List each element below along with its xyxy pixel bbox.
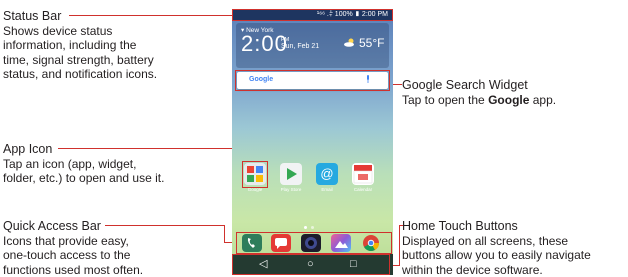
home-touch-desc-line-3: within the device software.: [402, 262, 543, 277]
google-search-highlight: [235, 70, 390, 91]
status-bar-desc-line-4: status, and notification icons.: [3, 67, 158, 81]
partly-cloudy-icon: [344, 38, 354, 47]
quick-access-highlight: [236, 232, 392, 254]
play-triangle-icon: [287, 168, 297, 180]
status-bar-callout: Status Bar Shows device status informati…: [3, 9, 157, 82]
quick-access-desc-line-3: functions used most often.: [3, 262, 144, 277]
status-bar-title: Status Bar: [3, 9, 62, 23]
home-touch-desc-line-1: Displayed on all screens, these: [402, 233, 569, 248]
clock-weather-widget[interactable]: ▾ New York 2:00 PM Sun, Feb 21 55°F: [236, 23, 389, 68]
calendar-icon[interactable]: [352, 163, 374, 185]
app-label-calendar: Calendar: [353, 187, 373, 192]
status-bar-desc-line-3: time, signal strength, battery: [3, 52, 154, 67]
quick-access-callout: Quick Access Bar Icons that provide easy…: [3, 219, 143, 277]
home-touch-title: Home Touch Buttons: [402, 219, 518, 233]
status-bar-highlight: [232, 9, 393, 21]
app-icon-leader-horizontal: [58, 148, 236, 149]
page-dot: [311, 226, 314, 229]
calendar-page-icon: [353, 165, 373, 184]
google-search-callout: Google Search Widget Tap to open the Goo…: [402, 78, 556, 107]
clock-date: Sun, Feb 21: [281, 43, 320, 50]
status-bar-desc-line-1: Shows device status: [3, 23, 113, 38]
app-icon-desc-line-1: Tap an icon (app, widget,: [3, 156, 137, 171]
play-store-icon[interactable]: [280, 163, 302, 185]
status-bar-leader-line: [69, 15, 234, 16]
google-search-title: Google Search Widget: [402, 78, 528, 92]
email-icon[interactable]: @: [316, 163, 338, 185]
app-icon-desc-line-2: folder, etc.) to open and use it.: [3, 171, 165, 185]
app-icon-title: App Icon: [3, 142, 53, 156]
quick-access-leader-horizontal: [105, 225, 225, 226]
home-touch-callout: Home Touch Buttons Displayed on all scre…: [402, 219, 591, 277]
quick-access-title: Quick Access Bar: [3, 219, 101, 233]
page-dot-active: [304, 226, 307, 229]
quick-access-desc-line-1: Icons that provide easy,: [3, 233, 129, 248]
app-icon-highlight: [242, 161, 268, 188]
home-touch-leader-vertical: [399, 225, 400, 265]
status-bar-desc-line-2: information, including the: [3, 38, 137, 52]
home-touch-desc-line-2: buttons allow you to easily navigate: [402, 248, 591, 262]
quick-access-leader-vertical: [224, 225, 225, 243]
google-search-desc: Tap to open the Google app.: [402, 92, 557, 107]
app-label-email: Email: [321, 187, 333, 192]
weather-temperature: 55°F: [359, 36, 385, 50]
quick-access-desc-line-2: one-touch access to the: [3, 248, 131, 262]
app-label-play-store: Play Store: [280, 187, 302, 192]
home-touch-highlight: [232, 254, 390, 275]
